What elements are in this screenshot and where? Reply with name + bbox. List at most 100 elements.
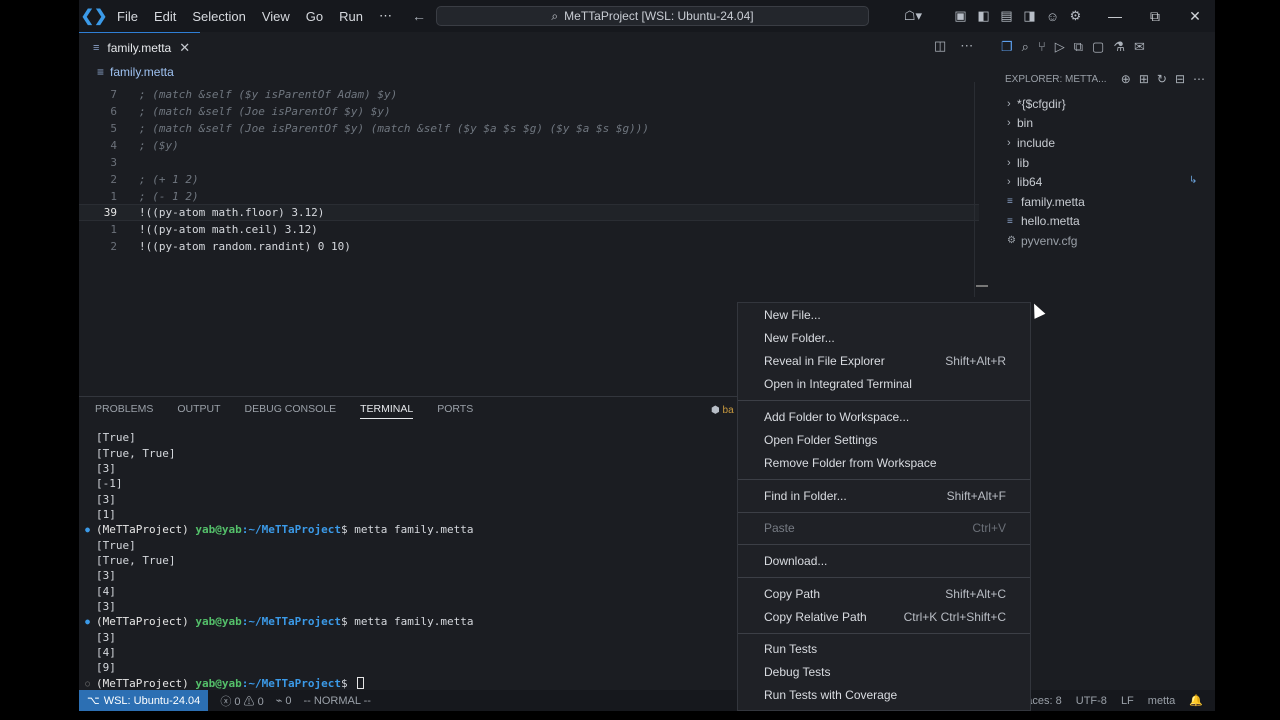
- menu-item-copy-relative-path[interactable]: Copy Relative Path Ctrl+K Ctrl+Shift+C: [764, 607, 1006, 627]
- close-tab-icon[interactable]: ✕: [179, 40, 190, 56]
- new-folder-icon[interactable]: ⊞: [1139, 72, 1149, 86]
- sidebar-view-icons: ❐ ⌕ ⑂ ▷ ⧉ ▢ ⚗ ✉: [1001, 39, 1145, 55]
- command-status-icon[interactable]: ●: [79, 525, 96, 534]
- run-debug-icon[interactable]: ▷: [1055, 39, 1065, 55]
- more-actions-icon[interactable]: ⋯: [960, 38, 973, 54]
- tab-family-metta[interactable]: ≡ family.metta ✕: [79, 32, 201, 62]
- command-status-icon[interactable]: ○: [79, 679, 96, 688]
- restore-button[interactable]: ⧉: [1135, 8, 1175, 25]
- menu-item-shortcut: Shift+Alt+C: [945, 587, 1006, 601]
- code-line: 2 !((py-atom random.randint) 0 10): [79, 238, 979, 255]
- tree-folder-lib[interactable]: › lib: [989, 153, 1215, 173]
- menu-item-download[interactable]: Download...: [764, 551, 1006, 571]
- menu-go[interactable]: Go: [298, 9, 331, 24]
- menu-separator: [738, 544, 1030, 545]
- menu-item-shortcut: Shift+Alt+F: [946, 489, 1006, 503]
- split-editor-icon[interactable]: ◫: [934, 38, 946, 54]
- new-file-icon[interactable]: ⊕: [1121, 72, 1131, 86]
- tab-output[interactable]: OUTPUT: [177, 403, 220, 419]
- menu-item-copy-path[interactable]: Copy Path Shift+Alt+C: [764, 584, 1006, 604]
- menu-item-new-file[interactable]: New File...: [764, 305, 1006, 325]
- toggle-secondary-sidebar-icon[interactable]: ◨: [1018, 8, 1041, 24]
- minimap-slider[interactable]: [976, 285, 988, 287]
- ports-indicator[interactable]: ⌁ 0: [276, 694, 292, 707]
- menu-item-run-tests[interactable]: Run Tests: [764, 639, 1006, 659]
- tree-file-hello-metta[interactable]: ≡ hello.metta: [989, 212, 1215, 232]
- menu-item-open-folder-settings[interactable]: Open Folder Settings: [764, 430, 1006, 450]
- code-line: 7 ; (match &self ($y isParentOf Adam) $y…: [79, 86, 979, 103]
- remote-indicator[interactable]: ⌥ WSL: Ubuntu-24.04: [79, 690, 209, 711]
- menu-item-open-in-terminal[interactable]: Open in Integrated Terminal: [764, 374, 1006, 394]
- command-status-icon[interactable]: ●: [79, 617, 96, 626]
- minimize-button[interactable]: —: [1095, 8, 1135, 24]
- chevron-right-icon: ›: [1007, 136, 1011, 149]
- gear-icon: ⚙: [1007, 235, 1016, 247]
- menu-item-label: Debug Tests: [764, 665, 831, 679]
- remote-explorer-icon[interactable]: ▢: [1092, 39, 1104, 55]
- terminal-text: [True]: [96, 431, 136, 445]
- copilot-icon[interactable]: ☖▾: [895, 8, 931, 24]
- code-text: ; ($y): [139, 139, 179, 152]
- breadcrumb[interactable]: ≡ family.metta: [79, 62, 979, 82]
- command-center[interactable]: ⌕ MeTTaProject [WSL: Ubuntu-24.04]: [436, 6, 869, 26]
- menu-item-label: Add Folder to Workspace...: [764, 410, 910, 424]
- menu-item-reveal-in-explorer[interactable]: Reveal in File Explorer Shift+Alt+R: [764, 351, 1006, 371]
- file-lines-icon: ≡: [1007, 196, 1013, 208]
- terminal-shell-selector[interactable]: ⬢ ba: [711, 405, 734, 416]
- chat-icon[interactable]: ✉: [1134, 39, 1145, 55]
- language-indicator[interactable]: metta: [1148, 695, 1176, 707]
- menu-item-run-tests-coverage[interactable]: Run Tests with Coverage: [764, 685, 1006, 705]
- encoding-indicator[interactable]: UTF-8: [1076, 695, 1107, 707]
- status-bar: ⌥ WSL: Ubuntu-24.04 ⓧ 0 ⚠ 0 ⌁ 0 -- NORMA…: [79, 690, 1215, 711]
- source-control-icon[interactable]: ⑂: [1038, 39, 1046, 55]
- collapse-all-icon[interactable]: ⊟: [1175, 72, 1185, 86]
- search-icon[interactable]: ⌕: [1022, 39, 1029, 55]
- line-number: 4: [110, 139, 117, 152]
- eol-indicator[interactable]: LF: [1121, 695, 1134, 707]
- editor-scrollbar[interactable]: [974, 82, 975, 297]
- extensions-icon[interactable]: ⧉: [1074, 39, 1083, 55]
- tab-ports[interactable]: PORTS: [437, 403, 473, 419]
- tab-debug-console[interactable]: DEBUG CONSOLE: [245, 403, 337, 419]
- refresh-icon[interactable]: ↻: [1157, 72, 1167, 86]
- terminal-text: [9]: [96, 661, 116, 675]
- menu-edit[interactable]: Edit: [146, 9, 184, 24]
- explorer-files-icon[interactable]: ❐: [1001, 39, 1013, 55]
- menu-file[interactable]: File: [109, 9, 146, 24]
- bell-icon[interactable]: 🔔: [1189, 694, 1203, 707]
- tree-folder-lib64[interactable]: › lib64: [989, 172, 1215, 192]
- tree-folder-bin[interactable]: › bin: [989, 114, 1215, 134]
- toggle-primary-sidebar-icon[interactable]: ◧: [972, 8, 995, 24]
- back-arrow-icon[interactable]: ←: [412, 8, 426, 24]
- tab-problems[interactable]: PROBLEMS: [95, 403, 153, 419]
- menu-item-remove-folder-workspace[interactable]: Remove Folder from Workspace: [764, 453, 1006, 473]
- menu-selection[interactable]: Selection: [184, 9, 253, 24]
- panel-tabs: PROBLEMS OUTPUT DEBUG CONSOLE TERMINAL P…: [95, 403, 473, 419]
- prompt-env: (MeTTaProject): [96, 676, 189, 690]
- settings-gear-icon[interactable]: ⚙: [1064, 8, 1087, 24]
- menu-run[interactable]: Run: [331, 9, 371, 24]
- menu-more[interactable]: ⋯: [371, 8, 400, 24]
- customize-layout-icon[interactable]: ▣: [949, 8, 972, 24]
- terminal-text: [3]: [96, 492, 116, 506]
- terminal-text: [1]: [96, 507, 116, 521]
- code-line: 6 ; (match &self (Joe isParentOf $y) $y): [79, 103, 979, 120]
- testing-flask-icon[interactable]: ⚗: [1113, 39, 1125, 55]
- menu-item-add-folder-workspace[interactable]: Add Folder to Workspace...: [764, 407, 1006, 427]
- problems-indicator[interactable]: ⓧ 0 ⚠ 0: [220, 693, 263, 709]
- toggle-panel-icon[interactable]: ▤: [995, 8, 1018, 24]
- account-icon[interactable]: ☺: [1041, 9, 1064, 24]
- menu-view[interactable]: View: [254, 9, 298, 24]
- more-actions-icon[interactable]: ⋯: [1193, 72, 1205, 86]
- code-text: !((py-atom math.floor) 3.12): [139, 206, 325, 219]
- tree-file-pyvenv-cfg[interactable]: ⚙ pyvenv.cfg: [989, 231, 1215, 251]
- menu-item-debug-tests[interactable]: Debug Tests: [764, 662, 1006, 682]
- close-window-button[interactable]: ✕: [1175, 8, 1215, 25]
- menu-item-new-folder[interactable]: New Folder...: [764, 328, 1006, 348]
- tree-file-family-metta[interactable]: ≡ family.metta: [989, 192, 1215, 212]
- tree-folder-include[interactable]: › include: [989, 133, 1215, 153]
- menu-item-find-in-folder[interactable]: Find in Folder... Shift+Alt+F: [764, 486, 1006, 506]
- tree-folder-cfgdir[interactable]: › *{$cfgdir}: [989, 94, 1215, 114]
- terminal-cursor: [357, 677, 365, 690]
- tab-terminal[interactable]: TERMINAL: [360, 403, 414, 419]
